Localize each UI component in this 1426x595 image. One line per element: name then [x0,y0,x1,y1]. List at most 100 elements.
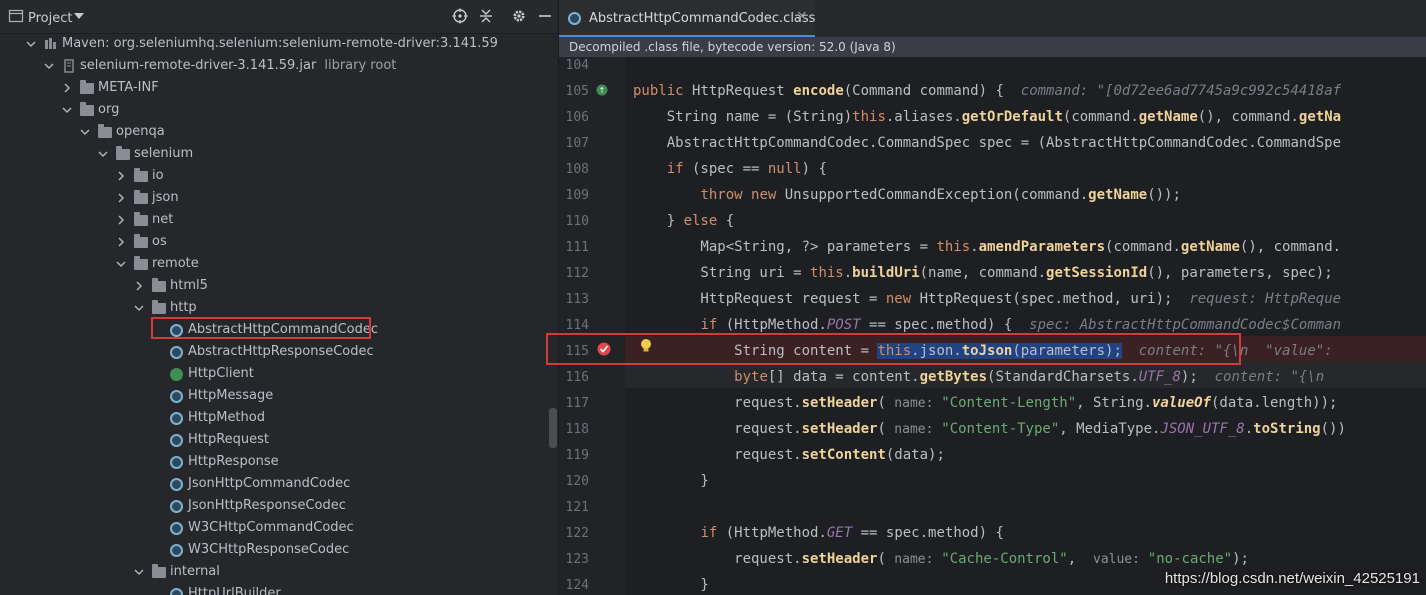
chevron-right-icon[interactable] [116,237,126,247]
code-line-105[interactable]: public HttpRequest encode(Command comman… [633,83,1341,99]
code-line-109[interactable]: throw new UnsupportedCommandException(co… [633,187,1180,203]
tree-item-label: HttpClient [188,366,254,381]
code-line-108[interactable]: if (spec == null) { [633,161,827,177]
collapse-all-icon[interactable] [478,8,494,24]
tree-item[interactable]: W3CHttpCommandCodec [0,517,558,539]
code-line-106[interactable]: String name = (String)this.aliases.getOr… [633,109,1341,125]
class-icon [170,346,183,359]
jar-icon [64,59,74,73]
tab-abstract-http-command-codec[interactable]: AbstractHttpCommandCodec.class × [559,0,815,37]
code-line-112[interactable]: String uri = this.buildUri(name, command… [633,265,1332,281]
tree-item[interactable]: http [0,297,558,319]
tree-item[interactable]: JsonHttpCommandCodec [0,473,558,495]
tree-item[interactable]: org [0,99,558,121]
code-line-124[interactable]: } [633,577,708,593]
tree-item-label: AbstractHttpResponseCodec [188,344,374,359]
code-line-123[interactable]: request.setHeader( name: "Cache-Control"… [633,551,1249,567]
tree-item[interactable]: Maven: org.seleniumhq.selenium:selenium-… [0,33,558,55]
chevron-right-icon[interactable] [116,215,126,225]
tree-item[interactable]: HttpUrlBuilder [0,583,558,595]
code-line-107[interactable]: AbstractHttpCommandCodec.CommandSpec spe… [633,135,1341,151]
chevron-right-icon[interactable] [116,193,126,203]
tree-item[interactable]: selenium [0,143,558,165]
interface-icon [170,368,183,381]
class-icon [170,456,183,469]
chevron-down-icon[interactable] [80,127,90,137]
class-icon [568,12,581,25]
tree-item-label: html5 [170,278,208,293]
tree-item-label: internal [170,564,220,579]
tree-item[interactable]: remote [0,253,558,275]
tree-item[interactable]: selenium-remote-driver-3.141.59.jar libra… [0,55,558,77]
svg-text:↑: ↑ [599,86,606,95]
code-line-117[interactable]: request.setHeader( name: "Content-Length… [633,395,1337,411]
tree-item-label: HttpMessage [188,388,274,403]
chevron-right-icon[interactable] [116,171,126,181]
enum-icon [170,412,183,425]
chevron-down-icon[interactable] [98,149,108,159]
chevron-down-icon[interactable] [62,105,72,115]
folder-icon [152,564,166,578]
folder-icon [134,190,148,204]
line-number: 104 [565,58,589,73]
tree-scrollbar[interactable] [549,408,557,448]
project-window-icon[interactable] [8,8,24,24]
locate-icon[interactable] [452,8,468,24]
project-panel: Project Maven: org.seleniumhq.selenium:s… [0,0,559,595]
tree-item-label: openqa [116,124,165,139]
line-number: 114 [565,318,589,333]
tree-item[interactable]: HttpMethod [0,407,558,429]
code-line-114[interactable]: if (HttpMethod.POST == spec.method) { sp… [633,317,1341,333]
tree-item[interactable]: JsonHttpResponseCodec [0,495,558,517]
implements-marker-icon[interactable]: ↑ [595,83,609,97]
tree-item[interactable]: html5 [0,275,558,297]
tree-item-label: HttpRequest [188,432,270,447]
class-icon [170,588,183,595]
tree-item[interactable]: json [0,187,558,209]
chevron-down-icon[interactable] [134,303,144,313]
tree-item[interactable]: W3CHttpResponseCodec [0,539,558,561]
code-line-119[interactable]: request.setContent(data); [633,447,945,463]
tree-item-label: selenium [134,146,194,161]
tree-item[interactable]: HttpRequest [0,429,558,451]
chevron-down-icon[interactable] [44,61,54,71]
tree-item[interactable]: AbstractHttpResponseCodec [0,341,558,363]
tree-item[interactable]: HttpMessage [0,385,558,407]
code-line-115[interactable]: String content = this.json.toJson(parame… [633,343,1333,359]
tree-item[interactable]: META-INF [0,77,558,99]
tree-item-label: W3CHttpResponseCodec [188,542,350,557]
line-number: 107 [565,136,589,151]
tree-item[interactable]: net [0,209,558,231]
project-title[interactable]: Project [28,11,72,26]
tree-item[interactable]: io [0,165,558,187]
line-number: 111 [565,240,589,255]
folder-icon [80,80,94,94]
code-line-110[interactable]: } else { [633,213,734,229]
chevron-right-icon[interactable] [134,281,144,291]
tree-item-label: HttpMethod [188,410,265,425]
tree-item[interactable]: os [0,231,558,253]
chevron-down-icon[interactable] [134,567,144,577]
tree-item[interactable]: HttpClient [0,363,558,385]
tree-item[interactable]: openqa [0,121,558,143]
close-icon[interactable]: × [796,8,808,24]
code-line-113[interactable]: HttpRequest request = new HttpRequest(sp… [633,291,1341,307]
chevron-down-icon[interactable] [116,259,126,269]
tree-item[interactable]: internal [0,561,558,583]
tree-item[interactable]: HttpResponse [0,451,558,473]
chevron-down-icon[interactable] [26,39,36,49]
code-line-120[interactable]: } [633,473,708,489]
chevron-down-icon[interactable] [74,12,84,20]
code-line-111[interactable]: Map<String, ?> parameters = this.amendPa… [633,239,1341,255]
chevron-right-icon[interactable] [62,83,72,93]
folder-icon [134,234,148,248]
code-line-122[interactable]: if (HttpMethod.GET == spec.method) { [633,525,1003,541]
tree-item-label: W3CHttpCommandCodec [188,520,354,535]
gear-icon[interactable] [511,8,527,24]
folder-icon [134,256,148,270]
hide-panel-icon[interactable] [537,8,553,24]
tree-item-label: io [152,168,164,183]
line-number: 109 [565,188,589,203]
code-line-116[interactable]: byte[] data = content.getBytes(StandardC… [633,369,1324,385]
code-line-118[interactable]: request.setHeader( name: "Content-Type",… [633,421,1346,437]
